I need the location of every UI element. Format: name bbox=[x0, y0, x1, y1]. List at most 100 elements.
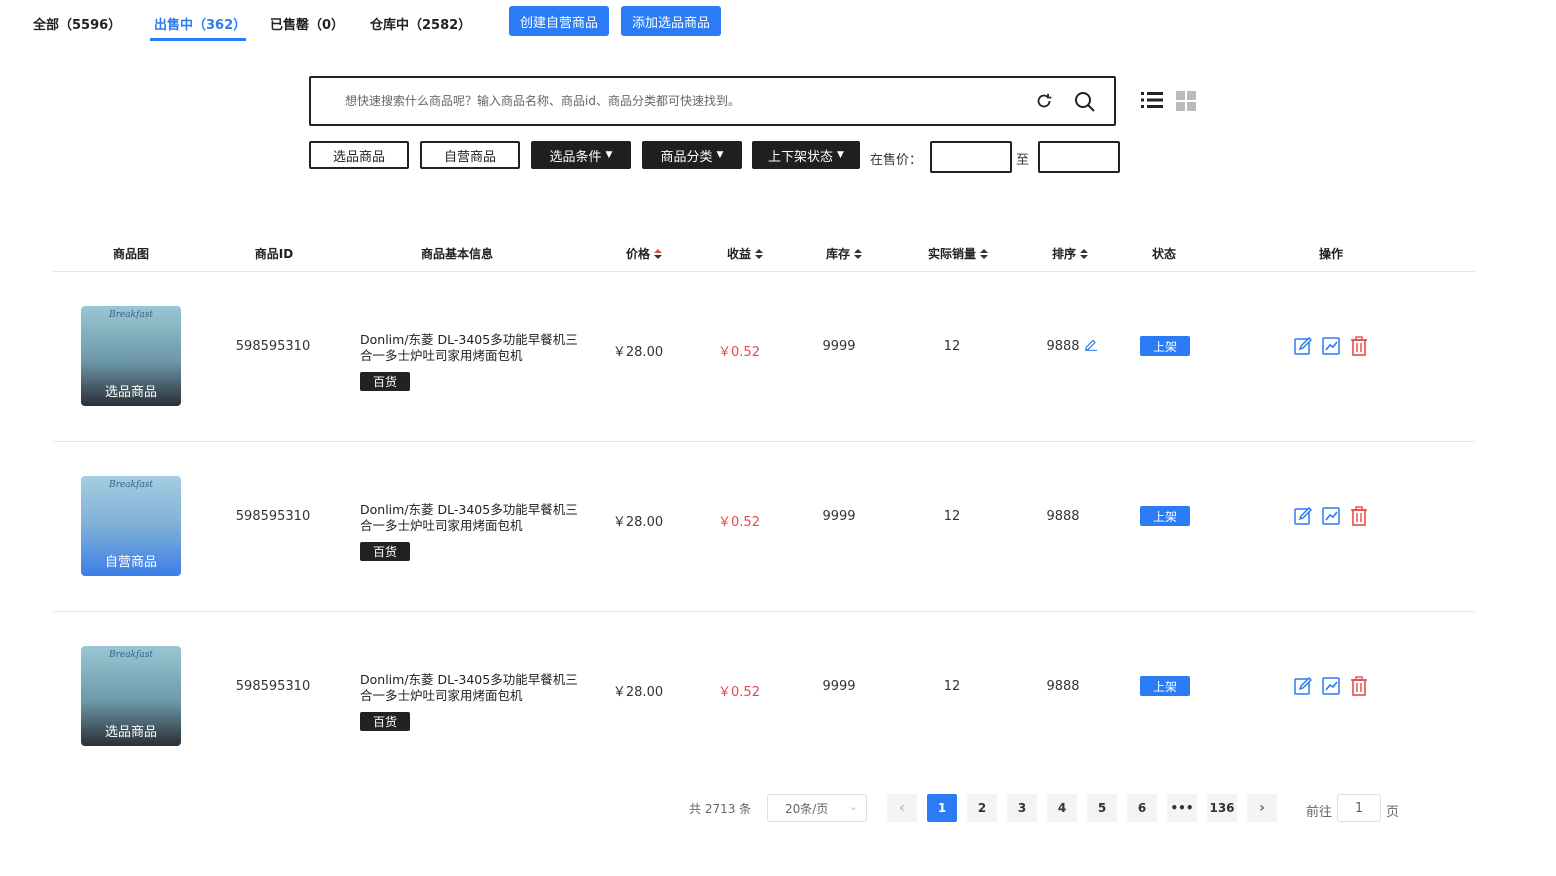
product-id: 598595310 bbox=[235, 679, 311, 694]
goto-label: 前往 bbox=[1306, 805, 1333, 820]
page-136[interactable]: 136 bbox=[1207, 794, 1237, 822]
product-title[interactable]: Donlim/东菱 DL-3405多功能早餐机三合一多士炉吐司家用烤面包机 bbox=[360, 332, 582, 364]
product-sales: 12 bbox=[943, 679, 961, 694]
header-price-label: 价格 bbox=[625, 247, 651, 261]
chart-trend-icon[interactable] bbox=[1322, 677, 1342, 697]
product-stock: 9999 bbox=[822, 339, 856, 354]
product-profit: ￥0.52 bbox=[718, 515, 760, 530]
sort-icon[interactable] bbox=[854, 248, 863, 259]
product-image[interactable]: Breakfast 选品商品 bbox=[81, 306, 181, 406]
chevron-down-icon: ▼ bbox=[716, 150, 724, 160]
edit-icon[interactable] bbox=[1294, 506, 1314, 527]
prev-page-button[interactable]: ‹ bbox=[887, 794, 917, 822]
trash-icon[interactable] bbox=[1350, 336, 1370, 356]
product-id: 598595310 bbox=[235, 339, 311, 354]
trash-icon[interactable] bbox=[1350, 506, 1370, 526]
product-price: ￥28.00 bbox=[612, 515, 664, 530]
product-title[interactable]: Donlim/东菱 DL-3405多功能早餐机三合一多士炉吐司家用烤面包机 bbox=[360, 502, 582, 534]
page-1[interactable]: 1 bbox=[927, 794, 957, 822]
sort-icon[interactable] bbox=[980, 248, 989, 259]
header-price[interactable]: 价格 bbox=[625, 245, 663, 262]
filter-selected-goods[interactable]: 选品商品 bbox=[309, 141, 409, 169]
status-badge: 上架 bbox=[1140, 506, 1190, 526]
product-type-label: 选品商品 bbox=[104, 385, 157, 400]
product-profit: ￥0.52 bbox=[718, 345, 760, 360]
header-id-label: 商品ID bbox=[254, 247, 294, 261]
chevron-left-icon: ‹ bbox=[899, 800, 905, 816]
product-image-script: Breakfast bbox=[109, 650, 153, 660]
edit-icon[interactable] bbox=[1294, 676, 1314, 697]
product-image[interactable]: Breakfast 自营商品 bbox=[81, 476, 181, 576]
header-stock[interactable]: 库存 bbox=[825, 245, 863, 262]
grid-view-icon[interactable] bbox=[1175, 90, 1197, 112]
pagination-total: 共 2713 条 bbox=[689, 802, 752, 816]
category-dropdown[interactable]: 商品分类 ▼ bbox=[642, 141, 742, 169]
sort-icon[interactable] bbox=[755, 248, 764, 259]
product-image-script: Breakfast bbox=[109, 310, 153, 320]
header-profit[interactable]: 收益 bbox=[726, 245, 764, 262]
product-sales: 12 bbox=[943, 509, 961, 524]
price-label: 在售价： bbox=[870, 153, 923, 168]
product-image[interactable]: Breakfast 选品商品 bbox=[81, 646, 181, 746]
active-tab-indicator bbox=[150, 38, 246, 41]
edit-sort-pencil-icon[interactable] bbox=[1084, 336, 1100, 352]
header-image-label: 商品图 bbox=[112, 247, 150, 261]
page-2[interactable]: 2 bbox=[967, 794, 997, 822]
filter-selected-goods-label: 选品商品 bbox=[332, 149, 385, 165]
page-size-select[interactable]: 20条/页 ⌄ bbox=[767, 794, 867, 822]
trash-icon[interactable] bbox=[1350, 676, 1370, 696]
status-badge: 上架 bbox=[1140, 676, 1190, 696]
goto-page-input[interactable] bbox=[1337, 794, 1381, 822]
tab-warehouse[interactable]: 仓库中（2582） bbox=[370, 14, 471, 33]
header-info-label: 商品基本信息 bbox=[420, 247, 494, 261]
filter-self-goods[interactable]: 自营商品 bbox=[420, 141, 520, 169]
chevron-down-icon: ▼ bbox=[837, 150, 844, 160]
price-max-input[interactable] bbox=[1038, 141, 1120, 173]
add-selected-goods-button[interactable]: 添加选品商品 bbox=[621, 6, 721, 36]
product-sort[interactable]: 9888 bbox=[1046, 509, 1079, 524]
page-4[interactable]: 4 bbox=[1047, 794, 1077, 822]
price-min-input[interactable] bbox=[930, 141, 1012, 173]
product-type-label: 自营商品 bbox=[104, 555, 157, 570]
page-3[interactable]: 3 bbox=[1007, 794, 1037, 822]
category-tag: 百货 bbox=[360, 542, 410, 561]
header-profit-label: 收益 bbox=[726, 247, 752, 261]
chart-trend-icon[interactable] bbox=[1322, 337, 1342, 357]
sort-icon[interactable] bbox=[654, 248, 663, 259]
page-5[interactable]: 5 bbox=[1087, 794, 1117, 822]
edit-icon[interactable] bbox=[1294, 336, 1314, 357]
select-condition-dropdown[interactable]: 选品条件 ▼ bbox=[531, 141, 631, 169]
search-input[interactable] bbox=[345, 78, 1005, 124]
header-image: 商品图 bbox=[113, 245, 149, 262]
page-6[interactable]: 6 bbox=[1127, 794, 1157, 822]
shelf-status-label: 上下架状态 bbox=[768, 149, 834, 165]
page-ellipsis[interactable]: ••• bbox=[1167, 794, 1197, 822]
product-stock: 9999 bbox=[822, 509, 856, 524]
product-stock: 9999 bbox=[822, 679, 856, 694]
header-sales[interactable]: 实际销量 bbox=[928, 245, 989, 262]
status-badge: 上架 bbox=[1140, 336, 1190, 356]
row-divider bbox=[53, 441, 1475, 442]
create-self-goods-button[interactable]: 创建自营商品 bbox=[509, 6, 609, 36]
shelf-status-dropdown[interactable]: 上下架状态 ▼ bbox=[752, 141, 860, 169]
product-title[interactable]: Donlim/东菱 DL-3405多功能早餐机三合一多士炉吐司家用烤面包机 bbox=[360, 672, 582, 704]
category-tag: 百货 bbox=[360, 712, 410, 731]
header-status-label: 状态 bbox=[1151, 247, 1177, 261]
search-icon[interactable] bbox=[1073, 90, 1097, 114]
tab-all[interactable]: 全部（5596） bbox=[33, 14, 121, 33]
category-label: 商品分类 bbox=[660, 149, 713, 165]
header-stock-label: 库存 bbox=[825, 247, 851, 261]
refresh-icon[interactable] bbox=[1033, 90, 1055, 112]
sort-icon[interactable] bbox=[1080, 248, 1089, 259]
chart-trend-icon[interactable] bbox=[1322, 507, 1342, 527]
search-bar bbox=[309, 76, 1116, 126]
filter-self-goods-label: 自营商品 bbox=[443, 149, 496, 165]
header-sort[interactable]: 排序 bbox=[1052, 245, 1089, 262]
product-sort[interactable]: 9888 bbox=[1046, 339, 1079, 354]
next-page-button[interactable]: › bbox=[1247, 794, 1277, 822]
tab-on-sale[interactable]: 出售中（362） bbox=[154, 14, 246, 33]
list-view-icon[interactable] bbox=[1140, 89, 1164, 111]
tab-sold-out[interactable]: 已售罄（0） bbox=[270, 14, 344, 33]
header-divider bbox=[53, 271, 1475, 272]
product-sort[interactable]: 9888 bbox=[1046, 679, 1079, 694]
